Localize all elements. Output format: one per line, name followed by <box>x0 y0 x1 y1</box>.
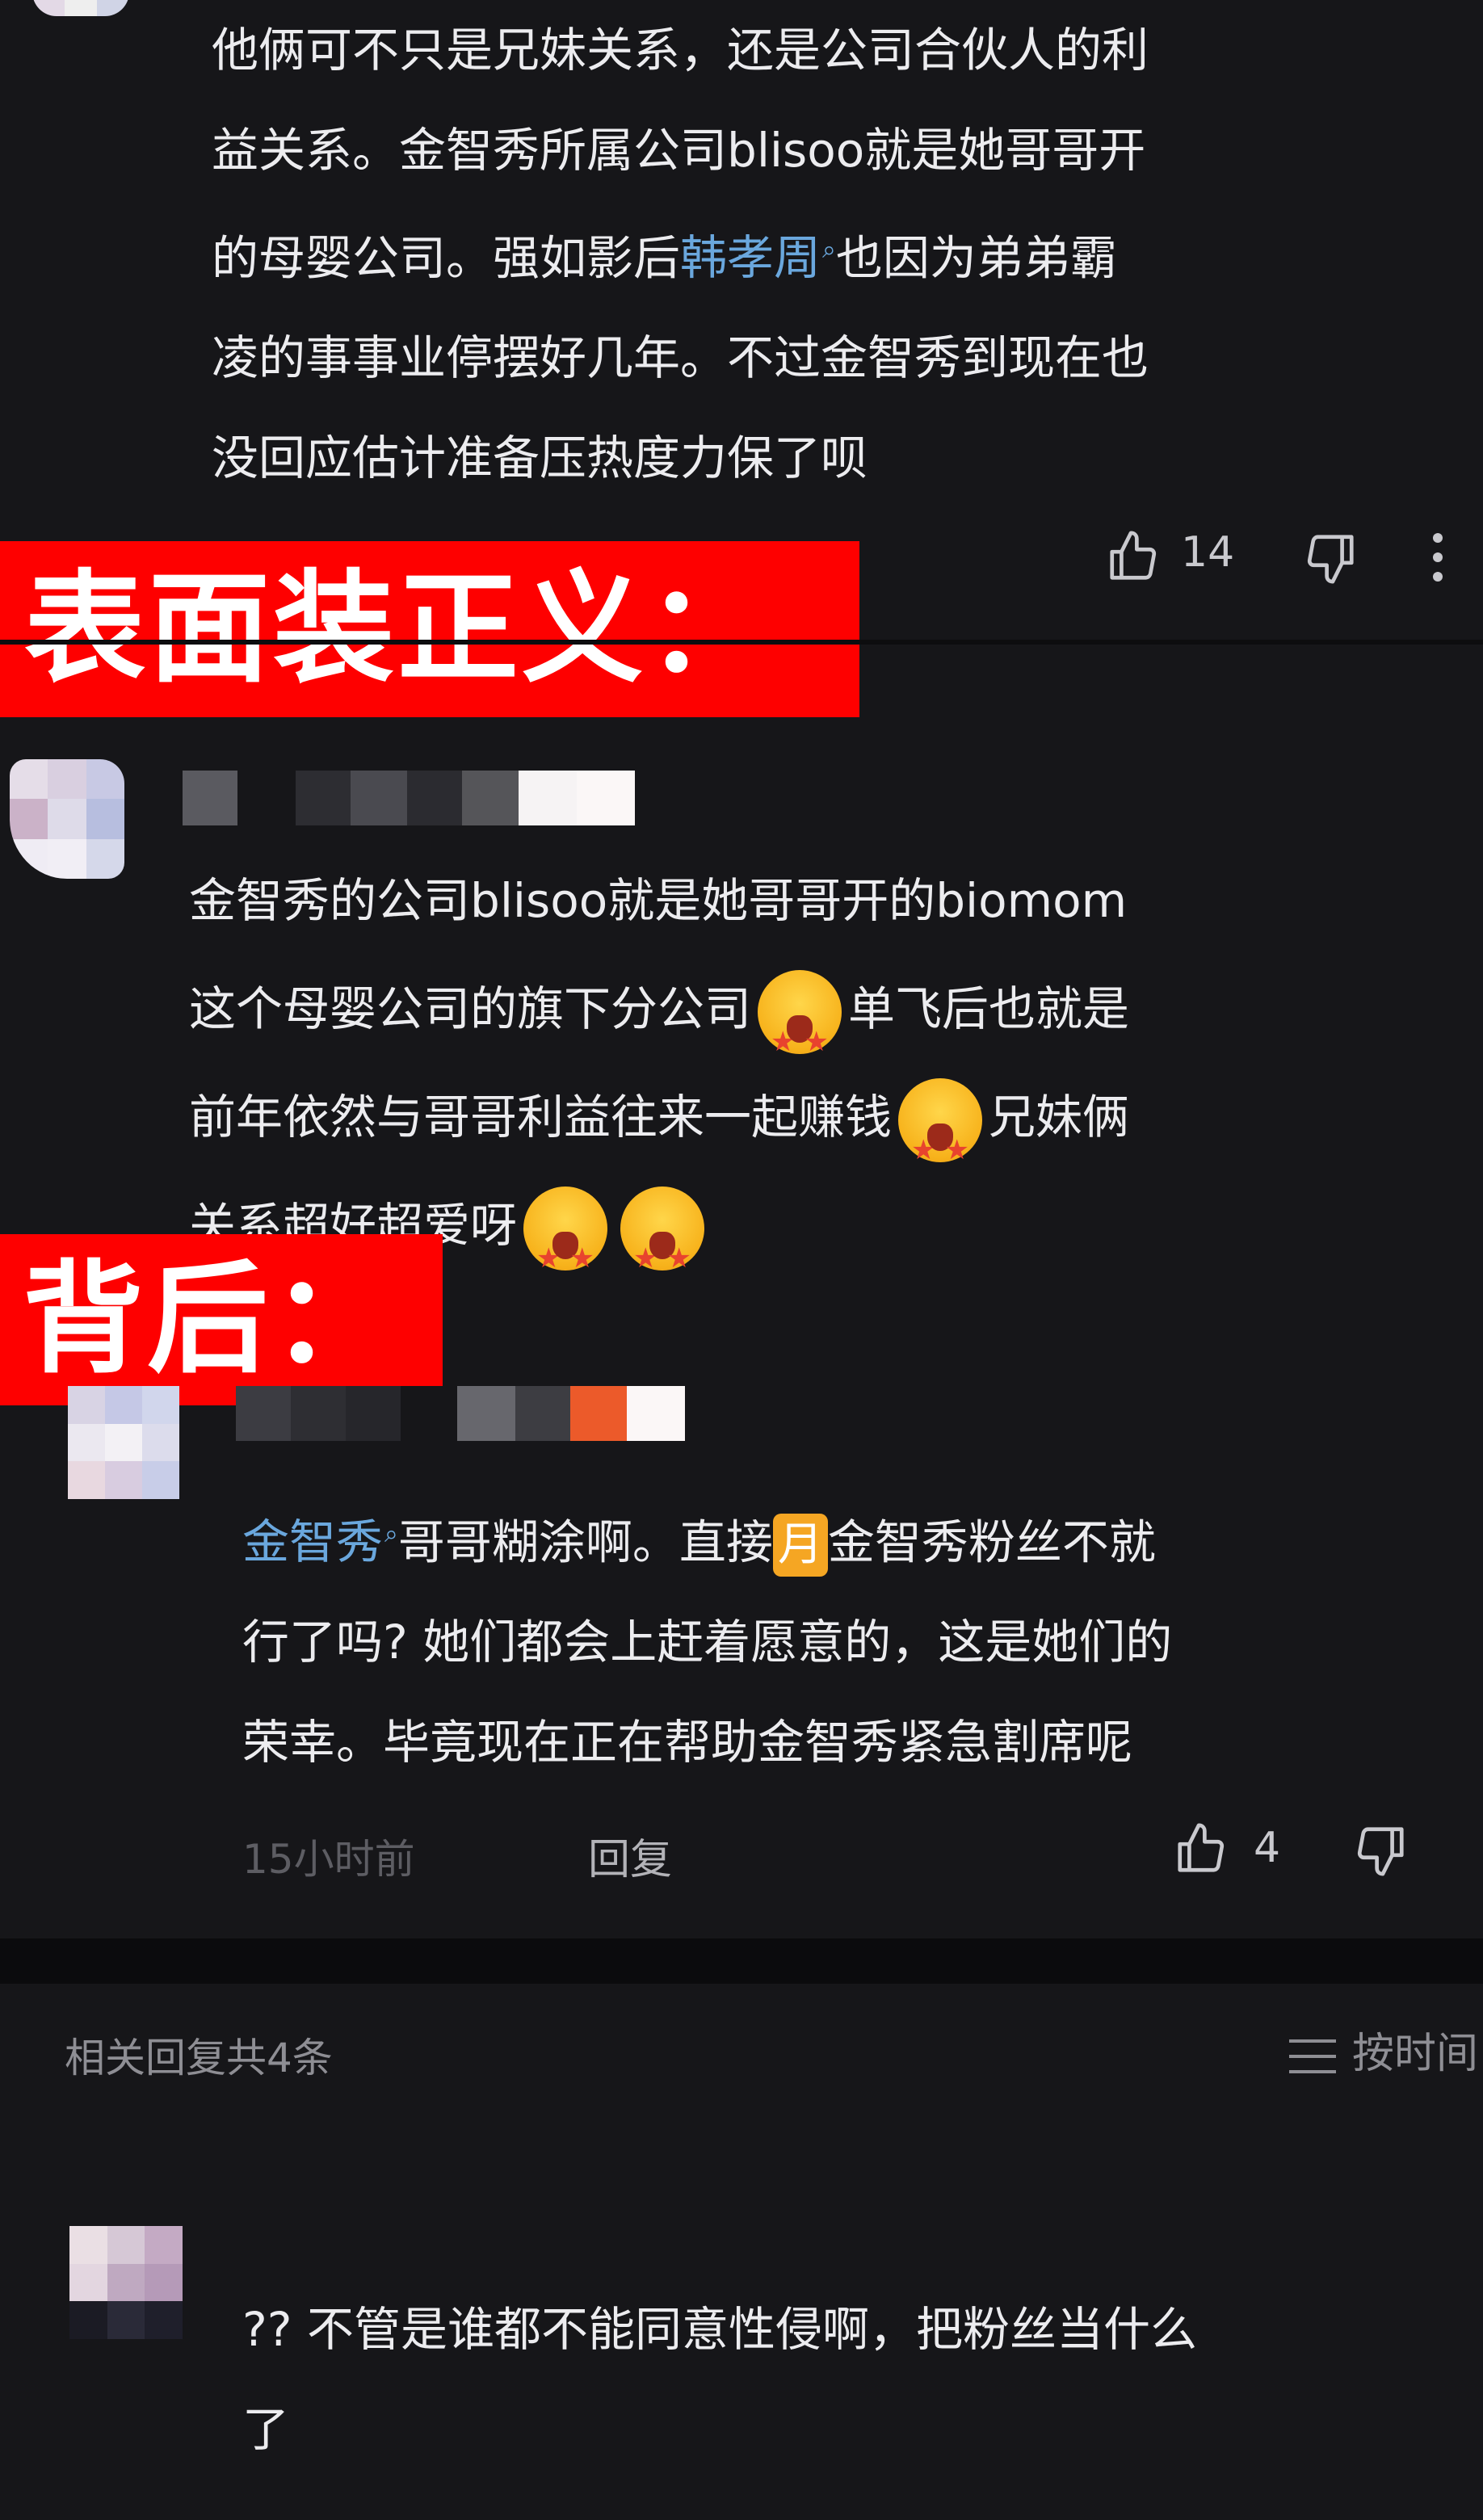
reply-button[interactable]: 回复 <box>588 1825 672 1886</box>
caption-banner: 表面装正义： <box>0 541 859 717</box>
month-badge: 月 <box>772 1514 828 1577</box>
username-masked <box>236 1386 685 1441</box>
avatar[interactable] <box>68 1386 179 1499</box>
comment-line: 的母婴公司。强如影后韩孝周⌕也因为弟弟霸 <box>212 230 1117 286</box>
comment-line: 金智秀⌕哥哥糊涂啊。直接月金智秀粉丝不就 <box>242 1485 1172 1592</box>
sort-button[interactable]: 按时间 <box>1288 2019 1478 2080</box>
star-struck-emoji-icon <box>620 1186 705 1312</box>
comment-line: 凌的事事业停摆好几年。不过金智秀到现在也 <box>212 330 1149 386</box>
username-masked <box>183 771 635 825</box>
comment-line: 行了吗? 她们都会上赶着愿意的，这是她们的 <box>242 1615 1173 1670</box>
caption-banner: 背后： <box>0 1234 443 1405</box>
search-icon: ⌕ <box>384 1520 398 1548</box>
search-icon: ⌕ <box>822 236 836 264</box>
comment-line: 荣幸。毕竟现在正在帮助金智秀紧急割席呢 <box>242 1715 1133 1770</box>
comment-line: 前年依然与哥哥利益往来一起赚钱兄妹俩 <box>189 1063 1129 1204</box>
thumbs-up-icon[interactable] <box>1173 1821 1229 1877</box>
related-replies-count: 相关回复共4条 <box>65 2035 333 2081</box>
like-count: 14 <box>1181 528 1235 577</box>
star-struck-emoji-icon <box>898 1077 983 1204</box>
timestamp: 15小时前 <box>242 1836 415 1883</box>
divider <box>0 640 1483 645</box>
star-struck-emoji-icon <box>523 1186 608 1312</box>
comment-line: 这个母婴公司的旗下分公司单飞后也就是 <box>189 955 1129 1096</box>
topic-link[interactable]: 韩孝周⌕ <box>680 230 836 285</box>
divider <box>0 1938 1483 1984</box>
comment-line: 他俩可不只是兄妹关系，还是公司合伙人的利 <box>212 23 1149 78</box>
comment-text: ?? 不管是谁都不能同意性侵啊，把粉丝当什么 了 <box>242 2279 1197 2480</box>
avatar[interactable] <box>69 2226 183 2339</box>
comment-text: 他俩可不只是兄妹关系，还是公司合伙人的利 益关系。金智秀所属公司blisoo就是… <box>212 0 1149 508</box>
comment-line: 金智秀的公司blisoo就是她哥哥开的biomom <box>189 873 1128 928</box>
sort-icon <box>1288 2036 1338 2077</box>
avatar[interactable] <box>32 0 129 16</box>
like-count: 4 <box>1254 1824 1281 1872</box>
comment-text: 金智秀⌕哥哥糊涂啊。直接月金智秀粉丝不就 行了吗? 她们都会上赶着愿意的，这是她… <box>242 1485 1172 1792</box>
comment-line: 了 <box>242 2402 290 2457</box>
comment-line: 益关系。金智秀所属公司blisoo就是她哥哥开 <box>212 123 1146 178</box>
topic-link[interactable]: 金智秀⌕ <box>242 1514 398 1569</box>
comment-line: ?? 不管是谁都不能同意性侵啊，把粉丝当什么 <box>242 2302 1198 2357</box>
comment-text: 金智秀的公司blisoo就是她哥哥开的biomom 这个母婴公司的旗下分公司单飞… <box>189 846 1129 1312</box>
thumbs-up-icon[interactable] <box>1105 528 1162 585</box>
more-icon[interactable] <box>1433 533 1444 582</box>
thumbs-down-icon[interactable] <box>1352 1822 1409 1879</box>
sort-label: 按时间 <box>1352 2030 1479 2078</box>
avatar[interactable] <box>10 759 124 879</box>
comment-line: 没回应估计准备压热度力保了呗 <box>212 430 868 486</box>
star-struck-emoji-icon <box>758 969 842 1096</box>
thumbs-down-icon[interactable] <box>1302 530 1359 586</box>
